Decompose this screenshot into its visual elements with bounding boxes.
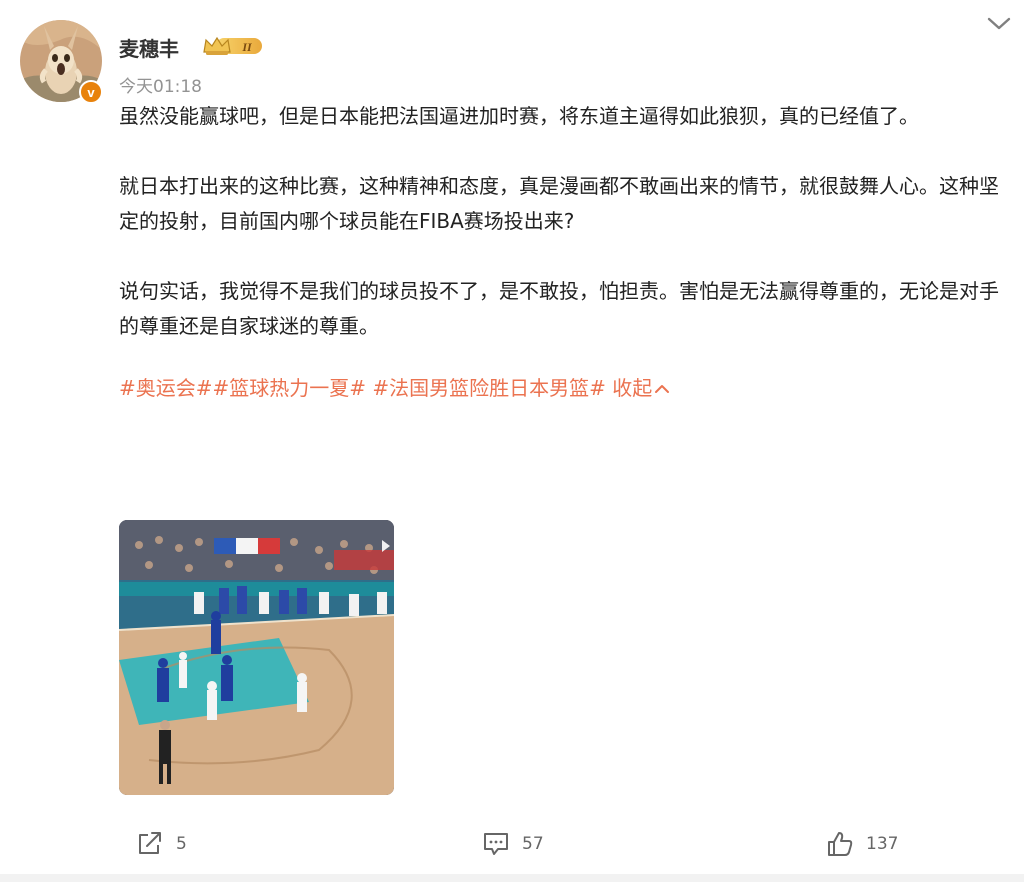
post-menu-button[interactable] (984, 12, 1014, 36)
hashtag-olympics[interactable]: #奥运会# (119, 376, 213, 400)
weibo-post-card: v 麦穗丰 II 今天01:18 虽然没能赢球吧，但是日本能把法国逼进加时赛，将… (0, 0, 1024, 882)
verified-mark: v (87, 84, 95, 100)
post-body: 虽然没能赢球吧，但是日本能把法国逼进加时赛，将东道主逼得如此狼狈，真的已经值了。… (119, 99, 1009, 406)
post-timestamp[interactable]: 今天01:18 (119, 72, 202, 97)
like-count: 137 (866, 834, 899, 854)
vip-crown-badge[interactable]: II (202, 35, 264, 57)
chevron-down-icon (987, 17, 1011, 30)
comment-icon (484, 833, 508, 855)
thumbs-up-icon (828, 832, 853, 856)
repost-button[interactable]: 5 (136, 828, 187, 860)
post-paragraph: 说句实话，我觉得不是我们的球员投不了，是不敢投，怕担责。害怕是无法赢得尊重的，无… (119, 279, 999, 338)
repost-count: 5 (176, 834, 187, 854)
hashtag-basketball-summer[interactable]: #篮球热力一夏# (213, 376, 367, 400)
username[interactable]: 麦穗丰 (119, 33, 179, 62)
post-paragraph: 就日本打出来的这种比赛，这种精神和态度，真是漫画都不敢画出来的情节，就很鼓舞人心… (119, 174, 999, 233)
like-button[interactable]: 137 (826, 828, 898, 860)
collapse-link[interactable]: 收起 (612, 376, 670, 400)
comment-button[interactable]: 57 (482, 828, 544, 860)
post-video-thumbnail[interactable] (119, 520, 394, 795)
chevron-up-icon (654, 371, 670, 406)
share-icon (139, 832, 161, 854)
bottom-divider (0, 874, 1024, 882)
basketball-game-image (119, 520, 394, 795)
verified-badge: v (79, 80, 103, 104)
svg-text:II: II (241, 40, 253, 54)
collapse-label: 收起 (612, 376, 653, 400)
post-paragraph: 虽然没能赢球吧，但是日本能把法国逼进加时赛，将东道主逼得如此狼狈，真的已经值了。 (119, 104, 919, 128)
hashtag-france-beat-japan[interactable]: #法国男篮险胜日本男篮# (372, 376, 606, 400)
comment-count: 57 (522, 834, 544, 854)
crown-icon: II (203, 36, 262, 55)
hashtag-line: #奥运会##篮球热力一夏# #法国男篮险胜日本男篮# 收起 (119, 371, 1009, 406)
